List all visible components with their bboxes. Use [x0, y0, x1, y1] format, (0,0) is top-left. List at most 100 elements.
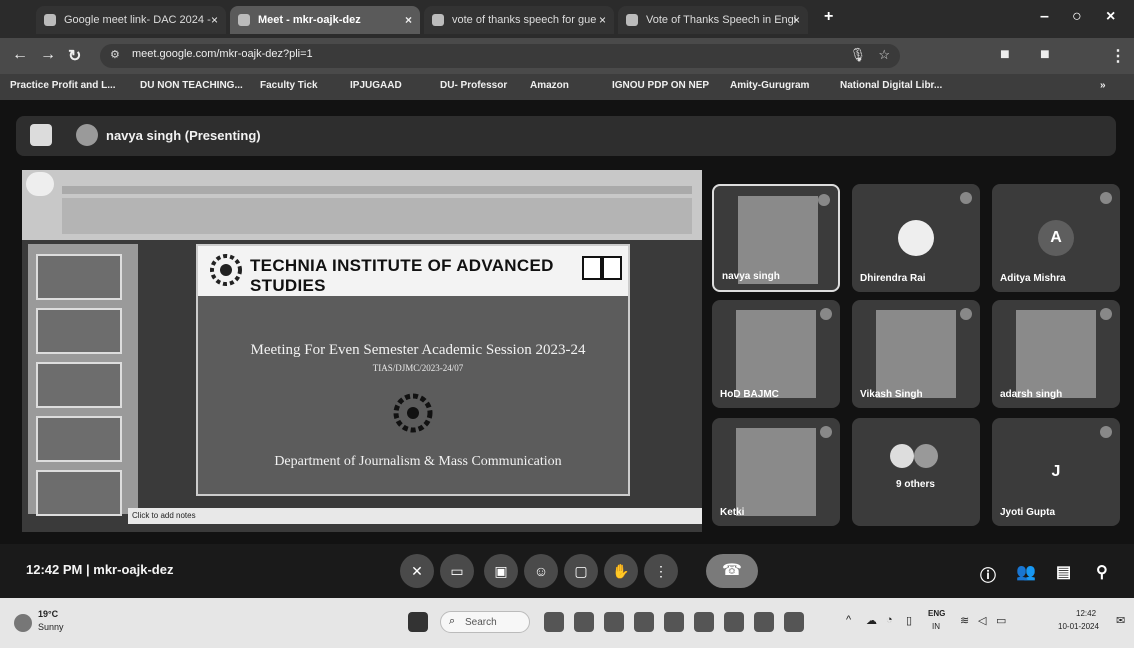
chrome-icon[interactable]: [754, 612, 774, 632]
menu-icon[interactable]: ⋮: [1110, 46, 1126, 66]
search-icon: ⌕: [449, 615, 456, 627]
task-view-icon[interactable]: [544, 612, 564, 632]
others-tile[interactable]: 9 others: [852, 418, 980, 526]
minimize-icon[interactable]: –: [1040, 8, 1049, 26]
tab-favicon-icon: [44, 14, 56, 26]
present-now-icon[interactable]: ▢: [564, 554, 598, 588]
tab-vote-of-thanks-2[interactable]: Vote of Thanks Speech in Engl ×: [618, 6, 808, 34]
profile-icon[interactable]: ■: [1040, 46, 1050, 64]
cloud-icon[interactable]: ☁: [866, 614, 877, 627]
participant-video: [736, 310, 816, 398]
slide-meeting-title: Meeting For Even Semester Academic Sessi…: [250, 342, 586, 358]
participant-tile[interactable]: adarsh singh: [992, 300, 1120, 408]
participant-avatar: [914, 444, 938, 468]
app-tray-icon[interactable]: ◔: [886, 614, 893, 626]
activities-icon[interactable]: ⚲: [1096, 562, 1108, 582]
bookmark-item[interactable]: IPJUGAAD: [350, 80, 402, 91]
more-options-icon[interactable]: ⋮: [644, 554, 678, 588]
language-indicator[interactable]: ENG: [928, 609, 945, 618]
participant-tile[interactable]: J Jyoti Gupta: [992, 418, 1120, 526]
forward-icon[interactable]: →: [40, 46, 56, 64]
bookmark-item[interactable]: Amity-Gurugram: [730, 80, 809, 91]
slide-header: TECHNIA INSTITUTE OF ADVANCED STUDIES: [198, 246, 628, 296]
participant-tile[interactable]: A Aditya Mishra: [992, 184, 1120, 292]
end-call-button[interactable]: ☎: [706, 554, 758, 588]
participant-video: [1016, 310, 1096, 398]
app-icon[interactable]: [784, 612, 804, 632]
power-icon[interactable]: ▭: [996, 614, 1006, 627]
weather-icon[interactable]: [14, 614, 32, 632]
ppt-ribbon: [22, 170, 702, 240]
tab-google-meet-link[interactable]: Google meet link- DAC 2024 - ×: [36, 6, 226, 34]
raise-hand-icon[interactable]: ✋: [604, 554, 638, 588]
tab-vote-of-thanks-1[interactable]: vote of thanks speech for gue ×: [424, 6, 614, 34]
slide-thumbnail: [36, 254, 122, 300]
mic-muted-icon: [960, 308, 972, 320]
mic-permission-icon[interactable]: 🎙: [849, 47, 866, 63]
edge-icon[interactable]: [664, 612, 684, 632]
bookmark-item[interactable]: Practice Profit and L...: [10, 80, 116, 91]
captions-icon[interactable]: ▣: [484, 554, 518, 588]
bookmark-star-icon[interactable]: ☆: [878, 47, 890, 63]
volume-icon[interactable]: ◁: [978, 614, 986, 627]
close-tab-icon[interactable]: ×: [793, 6, 800, 34]
participant-name: adarsh singh: [1000, 389, 1063, 400]
notes-pane[interactable]: Click to add notes: [128, 508, 702, 524]
slide-reference: TIAS/DJMC/2023-24/07: [372, 363, 464, 373]
more-bookmarks-icon[interactable]: »: [1100, 80, 1106, 91]
new-tab-icon[interactable]: +: [824, 8, 833, 26]
more-options-icon[interactable]: [818, 194, 830, 206]
participant-tile[interactable]: HoD BAJMC: [712, 300, 840, 408]
notes-placeholder: Click to add notes: [132, 511, 196, 520]
bookmark-item[interactable]: National Digital Libr...: [840, 80, 942, 91]
reload-icon[interactable]: ↻: [68, 46, 81, 66]
meeting-info-icon[interactable]: ⓘ: [980, 562, 996, 586]
app-icon[interactable]: [724, 612, 744, 632]
participant-tile[interactable]: Ketki: [712, 418, 840, 526]
tab-favicon-icon: [238, 14, 250, 26]
widgets-icon[interactable]: [574, 612, 594, 632]
address-bar[interactable]: ⚙ meet.google.com/mkr-oajk-dez?pli=1 🎙 ☆: [100, 44, 900, 68]
file-explorer-icon[interactable]: [634, 612, 654, 632]
store-icon[interactable]: [694, 612, 714, 632]
taskbar-search[interactable]: ⌕ Search: [440, 611, 530, 633]
site-info-icon[interactable]: ⚙: [110, 48, 120, 61]
tray-chevron-icon[interactable]: ^: [846, 614, 851, 626]
present-screen-icon[interactable]: [30, 124, 52, 146]
bookmark-item[interactable]: Amazon: [530, 80, 569, 91]
emoji-icon[interactable]: ☺: [524, 554, 558, 588]
close-window-icon[interactable]: ×: [1106, 8, 1115, 26]
back-icon[interactable]: ←: [12, 46, 28, 64]
chrome-icon[interactable]: [604, 612, 624, 632]
extension-icon[interactable]: ■: [1000, 46, 1010, 64]
tray-date[interactable]: 10-01-2024: [1058, 622, 1099, 631]
shared-screen: TECHNIA INSTITUTE OF ADVANCED STUDIES Me…: [22, 170, 702, 532]
close-tab-icon[interactable]: ×: [211, 6, 218, 34]
battery-icon[interactable]: ▯: [906, 614, 912, 627]
wifi-icon[interactable]: ≋: [960, 614, 969, 627]
maximize-icon[interactable]: ○: [1072, 8, 1082, 26]
bookmark-item[interactable]: Faculty Tick: [260, 80, 318, 91]
participant-tile[interactable]: Dhirendra Rai: [852, 184, 980, 292]
participant-tile[interactable]: navya singh: [712, 184, 840, 292]
start-icon[interactable]: [408, 612, 428, 632]
slide-thumbnail: [36, 470, 122, 516]
tab-meet[interactable]: Meet - mkr-oajk-dez ×: [230, 6, 420, 34]
participant-name: Dhirendra Rai: [860, 273, 926, 284]
tray-time[interactable]: 12:42: [1076, 609, 1096, 618]
bookmark-item[interactable]: DU NON TEACHING...: [140, 80, 243, 91]
bookmark-item[interactable]: DU- Professor: [440, 80, 507, 91]
people-icon[interactable]: 👥: [1016, 562, 1036, 582]
mic-muted-icon: [820, 426, 832, 438]
mic-toggle-icon[interactable]: ✕: [400, 554, 434, 588]
chat-icon[interactable]: ▤: [1056, 562, 1071, 582]
participant-tile[interactable]: Vikash Singh: [852, 300, 980, 408]
participant-avatar: [898, 220, 934, 256]
camera-toggle-icon[interactable]: ▭: [440, 554, 474, 588]
close-tab-icon[interactable]: ×: [599, 6, 606, 34]
weather-desc: Sunny: [38, 622, 64, 632]
close-tab-icon[interactable]: ×: [405, 6, 412, 34]
notifications-icon[interactable]: ✉: [1116, 614, 1125, 627]
bookmark-item[interactable]: IGNOU PDP ON NEP: [612, 80, 709, 91]
tab-label: vote of thanks speech for gue: [452, 14, 597, 26]
